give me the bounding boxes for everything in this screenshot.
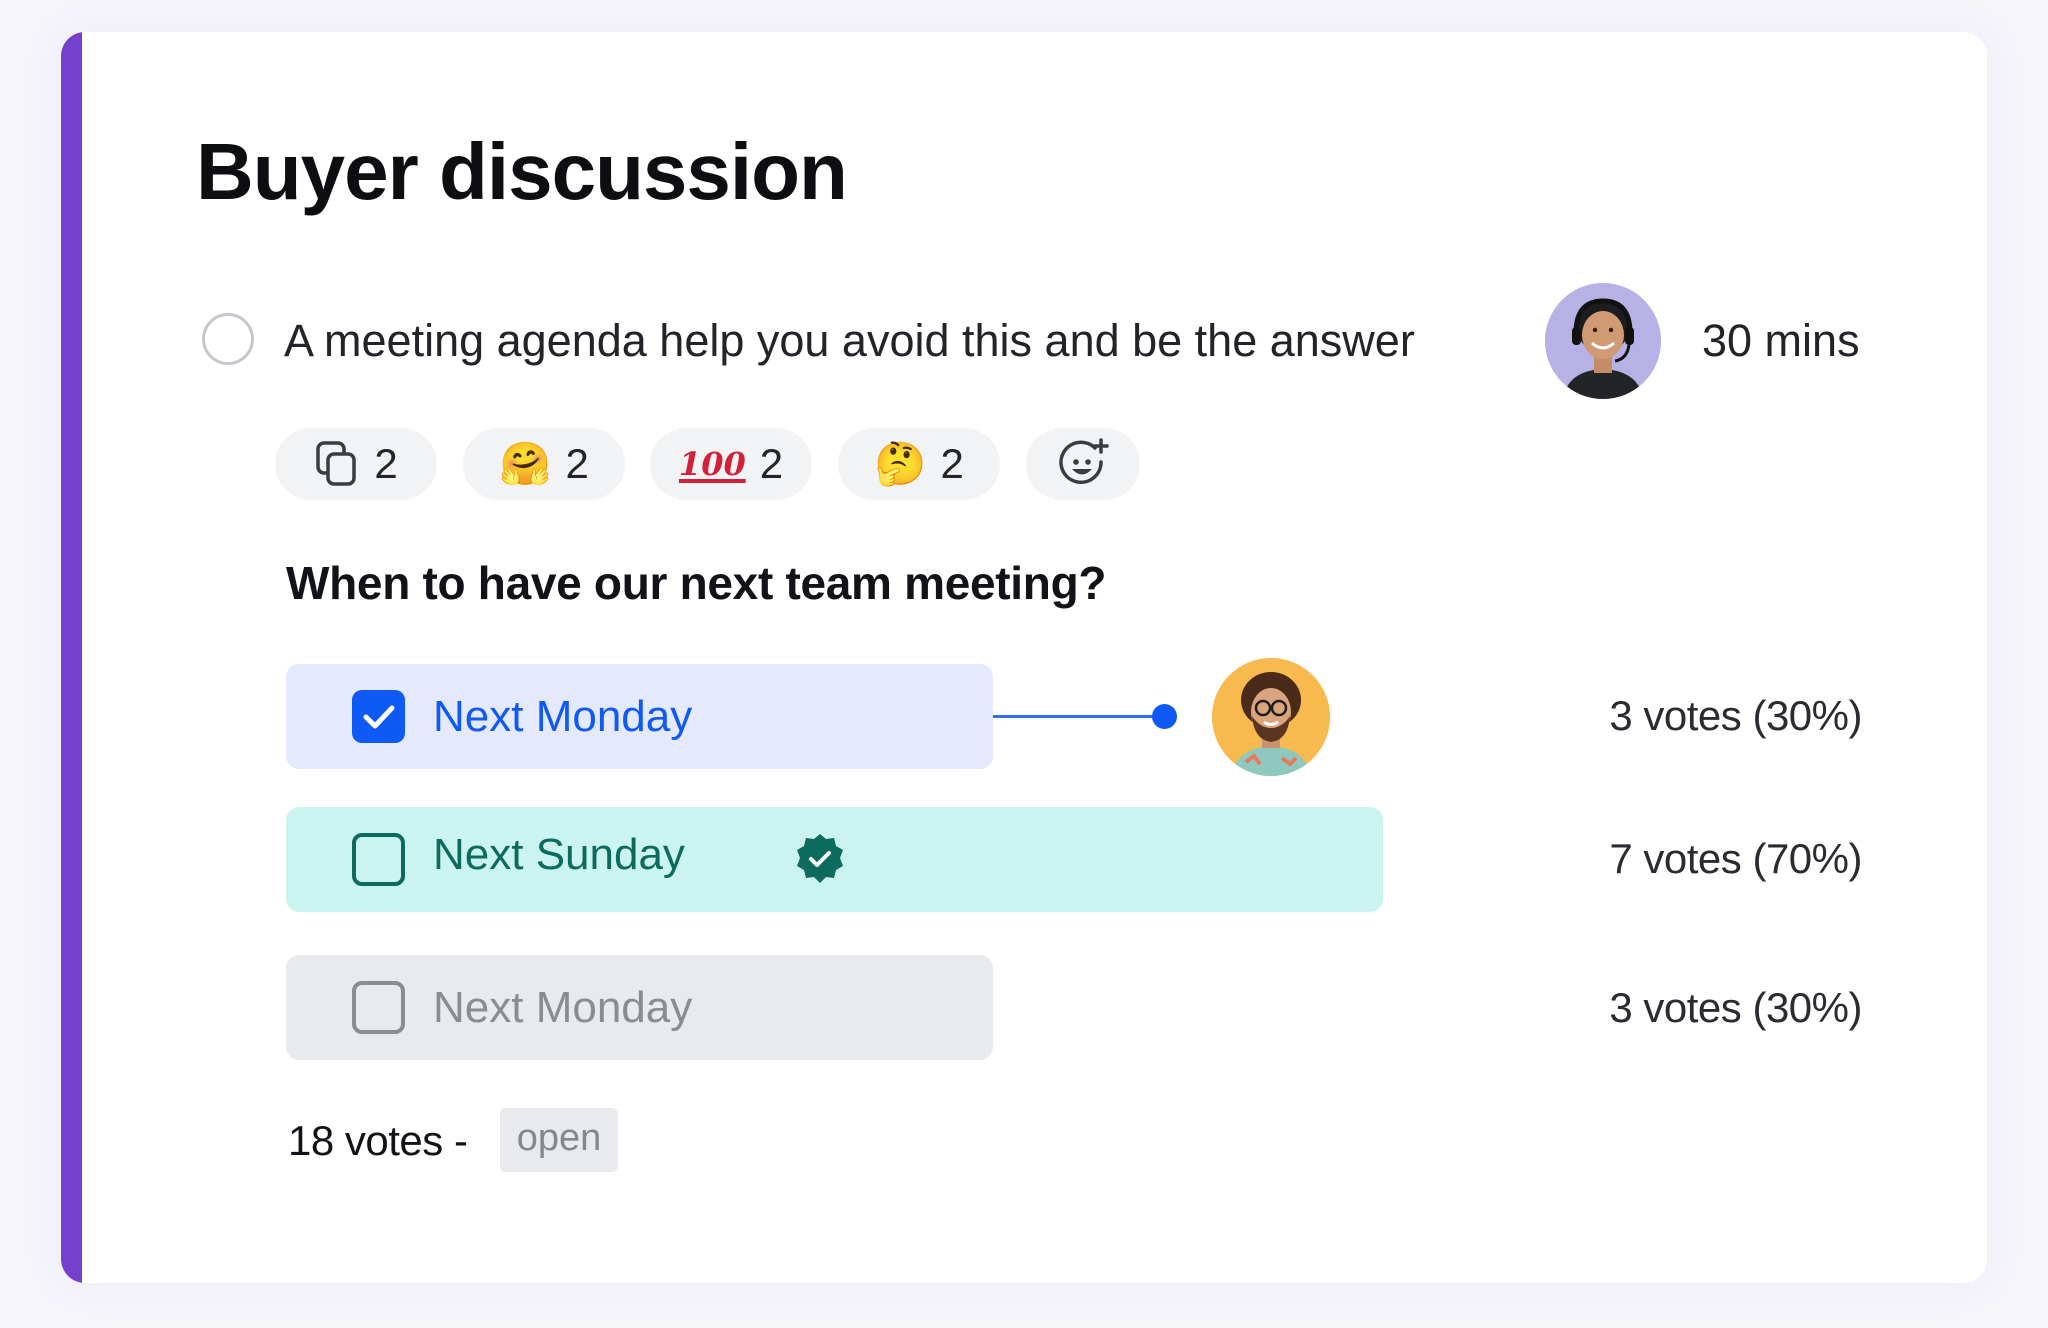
hugging-face-emoji-icon: 🤗: [499, 440, 552, 487]
discussion-card: Buyer discussion A meeting agenda help y…: [61, 32, 1987, 1283]
thinking-face-emoji-icon: 🤔: [874, 440, 927, 487]
reaction-copy[interactable]: 2: [275, 428, 437, 500]
poll-status-badge: open: [500, 1108, 618, 1172]
poll-option-label: Next Monday: [433, 983, 693, 1032]
vote-connector-line: [993, 715, 1165, 718]
reaction-count: 2: [374, 440, 398, 487]
copy-icon: [314, 439, 360, 489]
agenda-duration: 30 mins: [1702, 315, 1860, 366]
add-reaction-button[interactable]: [1026, 428, 1140, 500]
poll-option-label: Next Monday: [433, 692, 693, 741]
poll-option-checkbox[interactable]: [352, 833, 405, 886]
agenda-item-text: A meeting agenda help you avoid this and…: [284, 315, 1415, 366]
agenda-owner-avatar[interactable]: [1545, 283, 1661, 399]
poll-option-checkbox[interactable]: [352, 981, 405, 1034]
poll-question: When to have our next team meeting?: [286, 557, 1107, 609]
vote-connector-dot: [1152, 704, 1177, 729]
poll-option-votes: 7 votes (70%): [1609, 835, 1862, 882]
total-votes-count: 18 votes: [288, 1117, 443, 1164]
poll-option-votes: 3 votes (30%): [1609, 692, 1862, 739]
poll-option-next-sunday-winner[interactable]: Next Sunday: [286, 807, 1383, 912]
poll-option-next-monday-selected[interactable]: Next Monday: [286, 664, 993, 769]
poll-option-checkbox-checked[interactable]: [352, 690, 405, 743]
hundred-points-emoji-icon: 100: [678, 445, 746, 483]
total-votes-separator: -: [453, 1117, 468, 1164]
verified-badge-icon: [793, 832, 847, 886]
card-title: Buyer discussion: [196, 127, 848, 216]
reaction-count: 2: [940, 440, 964, 487]
poll-option-label: Next Sunday: [433, 830, 685, 879]
add-reaction-icon: [1057, 438, 1109, 490]
reaction-count: 2: [565, 440, 589, 487]
poll-total-votes: 18 votes -: [288, 1112, 468, 1170]
reaction-count: 2: [759, 440, 784, 487]
reaction-hundred-points[interactable]: 100 2: [650, 428, 812, 500]
reaction-hugging-face[interactable]: 🤗 2: [463, 428, 625, 500]
poll-option-votes: 3 votes (30%): [1609, 984, 1862, 1031]
agenda-item-checkbox[interactable]: [202, 313, 254, 365]
voter-avatar[interactable]: [1212, 658, 1330, 776]
checkmark-icon: [363, 705, 394, 728]
card-accent-bar: [61, 32, 82, 1283]
reaction-thinking-face[interactable]: 🤔 2: [838, 428, 1000, 500]
poll-option-next-monday[interactable]: Next Monday: [286, 955, 993, 1060]
